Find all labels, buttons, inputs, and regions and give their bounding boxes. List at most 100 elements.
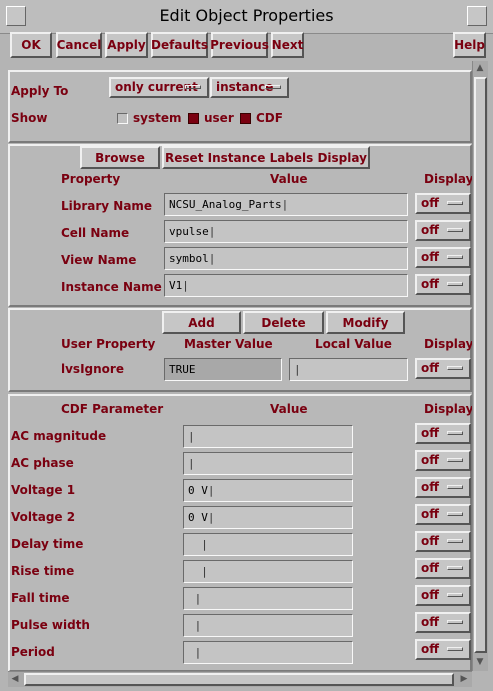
period-field[interactable]: |	[183, 641, 353, 664]
display-header: Display	[424, 172, 474, 186]
ac-magnitude-field[interactable]: |	[183, 425, 353, 448]
show-user-label: user	[204, 111, 234, 125]
voltage-1-display-select[interactable]: off	[415, 477, 471, 498]
voltage-2-display-select[interactable]: off	[415, 504, 471, 525]
apply-button[interactable]: Apply	[105, 32, 148, 58]
rise-time-field[interactable]: |	[183, 560, 353, 583]
option-indicator-icon	[447, 458, 463, 462]
voltage-2-field[interactable]: 0 V|	[183, 506, 353, 529]
option-indicator-icon	[447, 228, 463, 232]
next-button[interactable]: Next	[271, 32, 304, 58]
view-name-display-select[interactable]: off	[415, 247, 471, 268]
instance-name-display-select[interactable]: off	[415, 274, 471, 295]
pulse-width-field[interactable]: |	[183, 614, 353, 637]
apply-to-object-select[interactable]: instance	[210, 77, 289, 98]
ac-magnitude-label: AC magnitude	[11, 429, 107, 443]
fall-time-label: Fall time	[11, 591, 70, 605]
cell-name-label: Cell Name	[61, 226, 130, 240]
master-value-header: Master Value	[184, 337, 273, 351]
reset-instance-labels-button[interactable]: Reset Instance Labels Display	[162, 146, 370, 169]
library-name-value: NCSU_Analog_Parts	[169, 198, 282, 211]
show-cdf-label: CDF	[256, 111, 283, 125]
cdf-parameter-header: CDF Parameter	[61, 402, 164, 416]
defaults-button[interactable]: Defaults	[151, 32, 208, 58]
display-value: off	[421, 507, 439, 521]
library-name-display-select[interactable]: off	[415, 193, 471, 214]
delay-time-label: Delay time	[11, 537, 84, 551]
cdf-value-header: Value	[270, 402, 308, 416]
cell-name-value: vpulse	[169, 225, 209, 238]
show-system-checkbox[interactable]	[117, 113, 128, 124]
pulse-width-label: Pulse width	[11, 618, 90, 632]
option-indicator-icon	[447, 431, 463, 435]
browse-button[interactable]: Browse	[80, 146, 160, 169]
rise-time-display-select[interactable]: off	[415, 558, 471, 579]
window-close-button[interactable]	[467, 6, 487, 26]
rise-time-label: Rise time	[11, 564, 75, 578]
option-indicator-icon	[447, 512, 463, 516]
local-value-header: Local Value	[315, 337, 392, 351]
cell-name-field[interactable]: vpulse|	[164, 220, 408, 243]
vertical-scrollbar[interactable]: ▲ ▼	[472, 61, 488, 671]
display-value: off	[421, 250, 439, 264]
cell-name-display-select[interactable]: off	[415, 220, 471, 241]
apply-to-scope-select[interactable]: only current	[109, 77, 209, 98]
help-button[interactable]: Help	[453, 32, 486, 58]
scroll-up-icon[interactable]: ▲	[473, 61, 487, 75]
horizontal-scrollbar[interactable]: ◀ ▶	[8, 671, 472, 687]
display-value: off	[421, 561, 439, 575]
ac-phase-display-select[interactable]: off	[415, 450, 471, 471]
period-display-select[interactable]: off	[415, 639, 471, 660]
fall-time-display-select[interactable]: off	[415, 585, 471, 606]
display-value: off	[421, 223, 439, 237]
scroll-down-icon[interactable]: ▼	[473, 655, 487, 669]
vertical-scroll-thumb[interactable]	[474, 77, 487, 653]
voltage-1-field[interactable]: 0 V|	[183, 479, 353, 502]
value-header: Value	[270, 172, 308, 186]
show-label: Show	[11, 111, 48, 125]
option-indicator-icon	[447, 366, 463, 370]
display-value: off	[421, 615, 439, 629]
view-name-value: symbol	[169, 252, 209, 265]
display-value: off	[421, 426, 439, 440]
period-label: Period	[11, 645, 55, 659]
lvsignore-local-value-field[interactable]: |	[289, 358, 408, 381]
instance-name-value: V1	[169, 279, 183, 292]
window-title: Edit Object Properties	[159, 6, 334, 25]
previous-button[interactable]: Previous	[210, 32, 269, 58]
option-indicator-icon	[447, 647, 463, 651]
modify-button[interactable]: Modify	[326, 311, 405, 334]
show-user-checkbox[interactable]	[188, 113, 199, 124]
display-value: off	[421, 453, 439, 467]
lvsignore-display-select[interactable]: off	[415, 358, 471, 379]
view-name-field[interactable]: symbol|	[164, 247, 408, 270]
cdf-display-header: Display	[424, 402, 474, 416]
delay-time-field[interactable]: |	[183, 533, 353, 556]
display-value: off	[421, 480, 439, 494]
ok-button[interactable]: OK	[10, 32, 52, 58]
option-indicator-icon	[447, 255, 463, 259]
scroll-left-icon[interactable]: ◀	[8, 672, 22, 686]
option-indicator-icon	[447, 620, 463, 624]
delete-button[interactable]: Delete	[243, 311, 324, 334]
voltage-1-label: Voltage 1	[11, 483, 76, 497]
add-button[interactable]: Add	[162, 311, 241, 334]
pulse-width-display-select[interactable]: off	[415, 612, 471, 633]
voltage-2-label: Voltage 2	[11, 510, 76, 524]
show-system-label: system	[133, 111, 182, 125]
view-name-label: View Name	[61, 253, 137, 267]
option-indicator-icon	[265, 85, 281, 89]
fall-time-field[interactable]: |	[183, 587, 353, 610]
scroll-right-icon[interactable]: ▶	[457, 672, 471, 686]
delay-time-display-select[interactable]: off	[415, 531, 471, 552]
show-cdf-checkbox[interactable]	[240, 113, 251, 124]
library-name-label: Library Name	[61, 199, 153, 213]
display-value: off	[421, 361, 439, 375]
ac-magnitude-display-select[interactable]: off	[415, 423, 471, 444]
instance-name-field[interactable]: V1|	[164, 274, 408, 297]
option-indicator-icon	[447, 282, 463, 286]
horizontal-scroll-thumb[interactable]	[24, 673, 454, 686]
cancel-button[interactable]: Cancel	[56, 32, 102, 58]
ac-phase-field[interactable]: |	[183, 452, 353, 475]
library-name-field[interactable]: NCSU_Analog_Parts|	[164, 193, 408, 216]
